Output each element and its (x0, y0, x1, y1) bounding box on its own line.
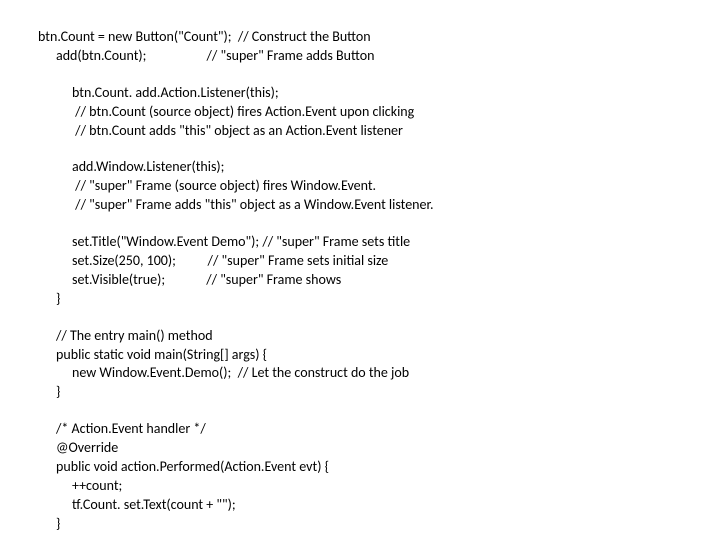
code-line: public static void main(String[] args) { (38, 346, 720, 365)
code-line: public void action.Performed(Action.Even… (38, 458, 720, 477)
code-line: // "super" Frame (source object) fires W… (38, 177, 720, 196)
code-line: /* Action.Event handler */ (38, 420, 720, 439)
code-line: add.Window.Listener(this); (38, 158, 720, 177)
blank-line (38, 140, 720, 158)
blank-line (38, 402, 720, 420)
code-line: set.Title("Window.Event Demo"); // "supe… (38, 233, 720, 252)
code-line: } (38, 290, 720, 309)
code-line: ++count; (38, 477, 720, 496)
blank-line (38, 66, 720, 84)
code-line: add(btn.Count); // "super" Frame adds Bu… (38, 47, 720, 66)
blank-line (38, 309, 720, 327)
code-line: btn.Count. add.Action.Listener(this); (38, 84, 720, 103)
code-line: @Override (38, 439, 720, 458)
blank-line (38, 215, 720, 233)
code-line: } (38, 383, 720, 402)
code-line: tf.Count. set.Text(count + ""); (38, 496, 720, 515)
code-page: btn.Count = new Button("Count"); // Cons… (0, 0, 720, 534)
code-line: // The entry main() method (38, 327, 720, 346)
code-line: // btn.Count (source object) fires Actio… (38, 103, 720, 122)
code-line: btn.Count = new Button("Count"); // Cons… (38, 28, 720, 47)
code-line: } (38, 515, 720, 534)
code-line: // "super" Frame adds "this" object as a… (38, 196, 720, 215)
code-line: new Window.Event.Demo(); // Let the cons… (38, 364, 720, 383)
code-line: set.Size(250, 100); // "super" Frame set… (38, 252, 720, 271)
code-line: // btn.Count adds "this" object as an Ac… (38, 122, 720, 141)
code-line: set.Visible(true); // "super" Frame show… (38, 271, 720, 290)
